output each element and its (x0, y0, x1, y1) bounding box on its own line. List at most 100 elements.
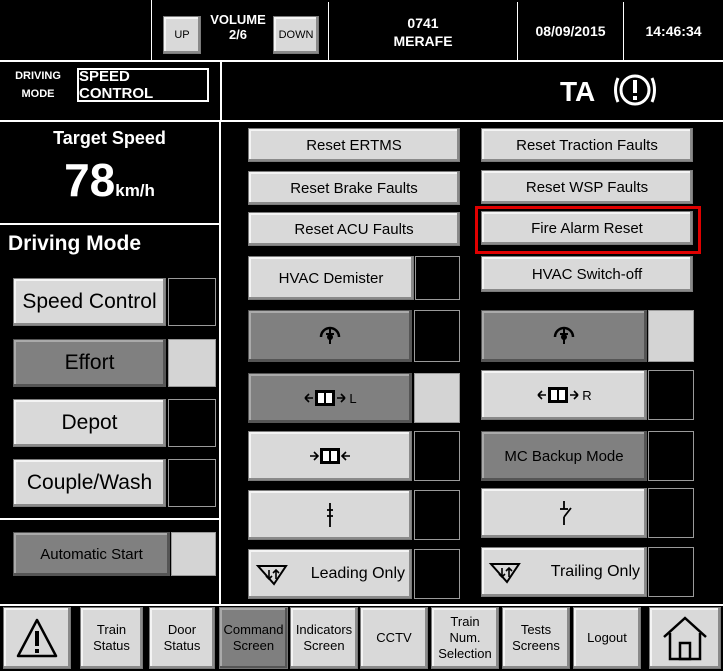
nav-command-screen-line2: Screen (232, 638, 275, 653)
reset-ertms-button[interactable]: Reset ERTMS (248, 128, 460, 162)
volume-indicator: VOLUME 2/6 (204, 12, 272, 60)
station-name: MERAFE (393, 33, 453, 49)
nav-train-num-line2: Num. (449, 630, 481, 645)
mode-speed-control-indicator (168, 278, 216, 326)
automatic-start-button[interactable]: Automatic Start (13, 532, 170, 576)
target-speed-unit: km/h (115, 181, 155, 200)
fire-alarm-reset-button[interactable]: Fire Alarm Reset (481, 211, 693, 245)
mode-depot-button[interactable]: Depot (13, 399, 166, 447)
warning-icon (15, 616, 59, 660)
pantograph-up-icon (317, 323, 343, 349)
circuit-breaker-button[interactable] (481, 488, 647, 538)
door-center-indicator (414, 431, 460, 481)
trailing-only-indicator (648, 547, 694, 597)
volume-value: 2/6 (228, 27, 248, 42)
nav-train-num-selection[interactable]: Train Num. Selection (431, 607, 499, 669)
mode-effort-indicator (168, 339, 216, 387)
target-speed-label: Target Speed (53, 128, 166, 148)
volume-up-button[interactable]: UP (163, 16, 201, 54)
circuit-breaker-icon (553, 500, 575, 526)
reset-wsp-faults-button[interactable]: Reset WSP Faults (481, 170, 693, 204)
current-driving-mode: SPEED CONTROL (77, 68, 209, 102)
nav-door-status-line2: Status (163, 638, 201, 653)
circuit-breaker-indicator (648, 488, 694, 538)
nav-train-num-line3: Selection (438, 646, 492, 661)
driving-mode-caption: DRIVING MODE (6, 66, 70, 110)
pantograph-up-icon (551, 323, 577, 349)
train-location: 0741 MERAFE (328, 2, 518, 60)
driving-mode-title: Driving Mode (8, 232, 142, 255)
nav-tests-screens[interactable]: Tests Screens (502, 607, 570, 669)
home-button[interactable] (649, 607, 721, 669)
mc-backup-mode-indicator (648, 431, 694, 481)
volume-title: VOLUME (210, 12, 266, 27)
coupler-icon (323, 502, 337, 528)
hvac-demister-indicator (415, 256, 460, 300)
reset-brake-faults-button[interactable]: Reset Brake Faults (248, 171, 460, 205)
mode-couple-wash-button[interactable]: Couple/Wash (13, 459, 166, 507)
door-center-button[interactable] (248, 431, 412, 481)
ta-label: TA (560, 76, 596, 107)
pantograph-front-button[interactable] (248, 310, 412, 362)
train-number: 0741 (407, 15, 439, 31)
reset-traction-faults-button[interactable]: Reset Traction Faults (481, 128, 693, 162)
nav-tests-screens-line1: Tests (520, 622, 552, 637)
hmi-screen: UP VOLUME 2/6 DOWN 0741 MERAFE 08/09/201… (0, 0, 723, 671)
target-speed-readout: 78km/h (0, 150, 219, 210)
reset-acu-faults-button[interactable]: Reset ACU Faults (248, 212, 460, 246)
nav-indicators-screen-line2: Screen (303, 638, 345, 653)
nav-command-screen[interactable]: Command Screen (219, 607, 288, 669)
mode-depot-indicator (168, 399, 216, 447)
time-display: 14:46:34 (645, 23, 702, 39)
nav-indicators-screen-line1: Indicators (295, 622, 353, 637)
automatic-start-indicator (171, 532, 216, 576)
home-icon (660, 613, 710, 663)
nav-command-screen-line1: Command (223, 622, 284, 637)
hvac-demister-button[interactable]: HVAC Demister (248, 256, 414, 300)
pantograph-front-indicator (414, 310, 460, 362)
hvac-switch-off-button[interactable]: HVAC Switch-off (481, 256, 693, 292)
mode-speed-control-button[interactable]: Speed Control (13, 278, 166, 326)
door-icon (303, 388, 347, 408)
trailing-only-button[interactable]: Trailing Only (481, 547, 647, 597)
nav-train-status[interactable]: Train Status (80, 607, 143, 669)
door-icon (308, 446, 352, 466)
header-blank (0, 0, 152, 60)
leading-only-button[interactable]: Leading Only (248, 549, 412, 599)
door-left-indicator (414, 373, 460, 423)
nav-train-status-line2: Status (93, 638, 130, 653)
nav-logout[interactable]: Logout (573, 607, 641, 669)
nav-cctv[interactable]: CCTV (360, 607, 428, 669)
door-left-suffix: L (349, 390, 357, 406)
pantograph-rear-button[interactable] (481, 310, 647, 362)
pantograph-rear-indicator (648, 310, 694, 362)
coupler-closed-indicator (414, 490, 460, 540)
door-icon (536, 385, 580, 405)
leading-only-icon (255, 561, 289, 587)
warning-button[interactable] (3, 607, 71, 669)
door-left-button[interactable]: L (248, 373, 412, 423)
volume-down-button[interactable]: DOWN (273, 16, 319, 54)
mode-effort-button[interactable]: Effort (13, 339, 166, 387)
mc-backup-mode-button[interactable]: MC Backup Mode (481, 431, 647, 481)
nav-door-status-line1: Door (167, 622, 197, 637)
date-display: 08/09/2015 (518, 2, 624, 60)
door-right-button[interactable]: R (481, 370, 647, 420)
nav-cctv-label: CCTV (376, 630, 412, 645)
door-right-indicator (648, 370, 694, 420)
mode-couple-wash-indicator (168, 459, 216, 507)
target-speed-value: 78 (64, 154, 116, 206)
leading-only-label: Leading Only (310, 565, 405, 582)
driving-mode-caption-line2: MODE (21, 88, 55, 100)
nav-train-num-line1: Train (450, 614, 480, 629)
nav-door-status[interactable]: Door Status (149, 607, 215, 669)
coupler-closed-button[interactable] (248, 490, 412, 540)
leading-only-indicator (414, 549, 460, 599)
nav-tests-screens-line2: Screens (512, 638, 560, 653)
trailing-only-icon (488, 559, 522, 585)
nav-logout-label: Logout (587, 630, 627, 645)
alert-icon[interactable] (612, 70, 658, 110)
trailing-only-label: Trailing Only (550, 563, 640, 580)
driving-mode-caption-line1: DRIVING (15, 70, 61, 82)
nav-indicators-screen[interactable]: Indicators Screen (290, 607, 358, 669)
